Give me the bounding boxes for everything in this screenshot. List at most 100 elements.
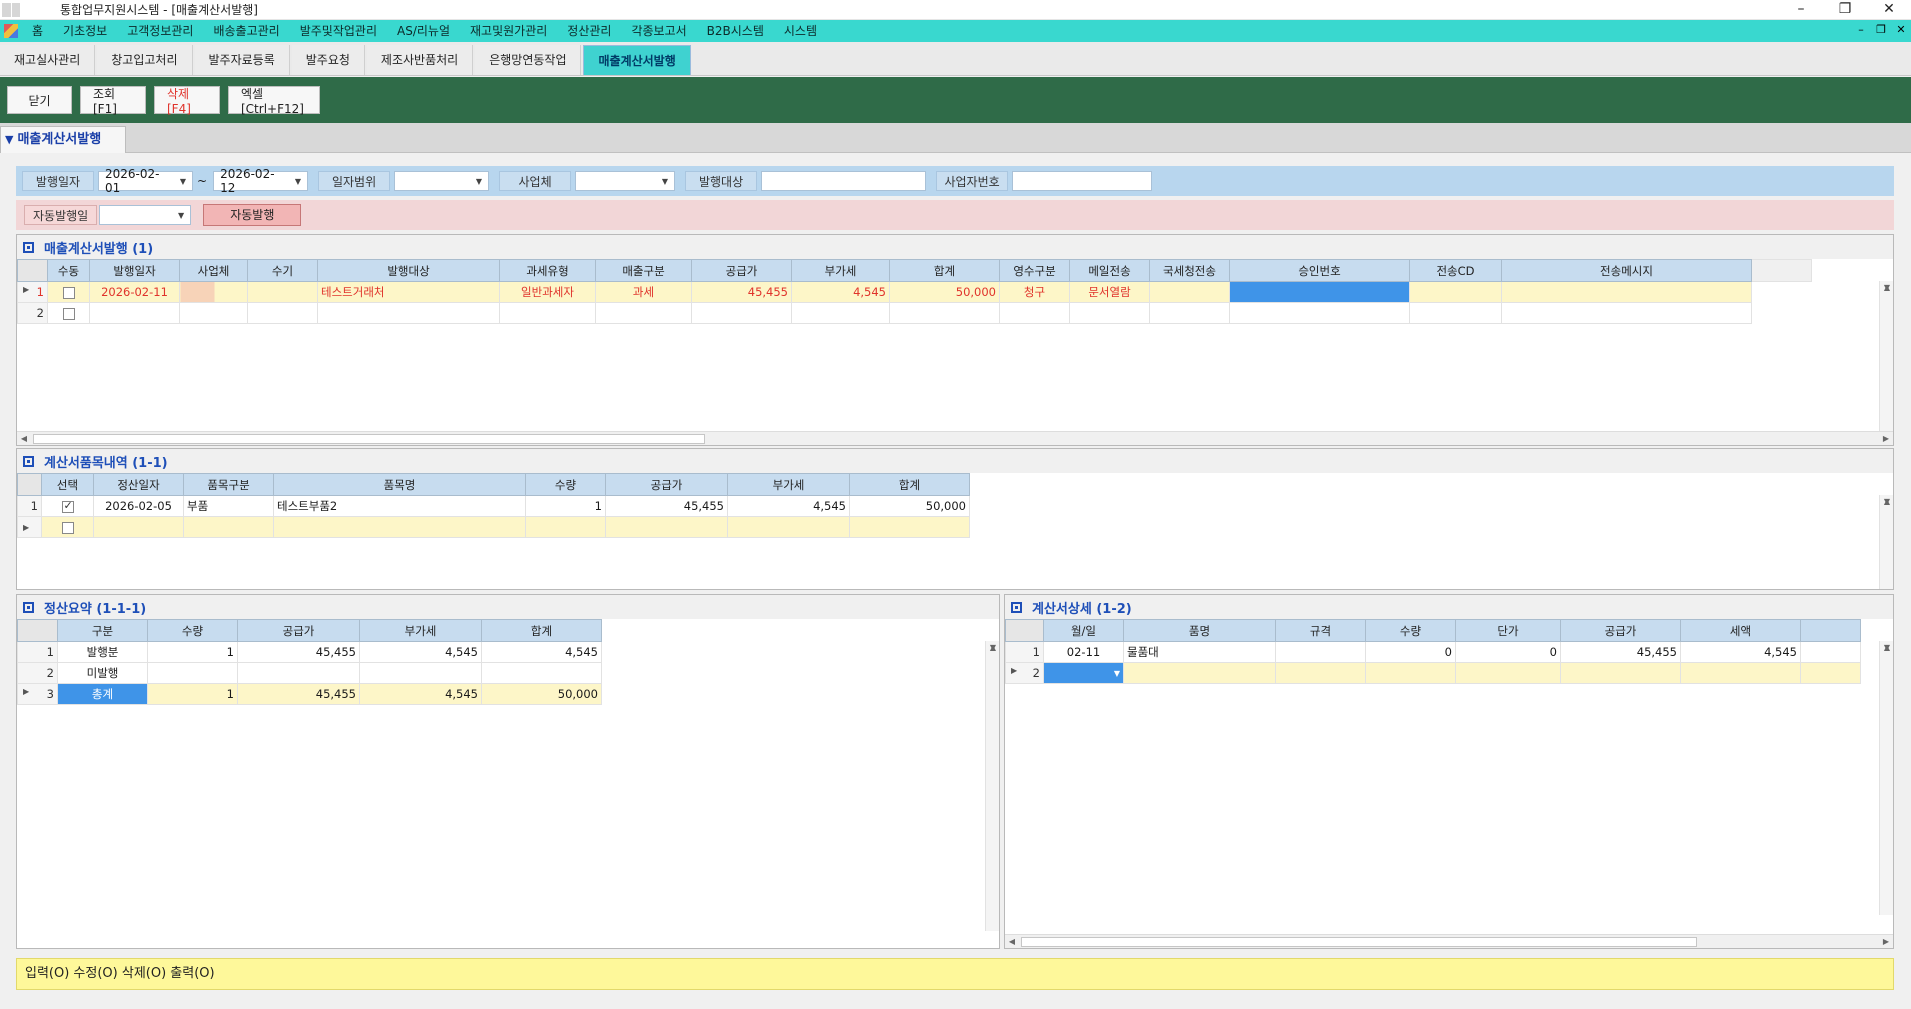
scroll-down-icon[interactable]: ▼ xyxy=(986,641,1000,655)
tab-bank-link[interactable]: 은행망연동작업 xyxy=(475,45,582,75)
cell-unit-price[interactable] xyxy=(1455,662,1561,684)
cell-vat[interactable] xyxy=(727,516,850,538)
menu-home[interactable]: 홈 xyxy=(22,20,53,42)
cell-total[interactable] xyxy=(889,302,1000,324)
table-row[interactable]: ▶ 1 2026-02-11 테스트거래처 일반과세자 과세 45,455 4,5… xyxy=(17,281,1812,303)
col-header-select[interactable]: 선택 xyxy=(41,473,94,496)
col-header-supply[interactable]: 공급가 xyxy=(237,619,360,642)
col-header-total[interactable]: 합계 xyxy=(849,473,970,496)
invoice-horizontal-scrollbar[interactable]: ◀ ▶ xyxy=(17,431,1893,445)
col-header-vat[interactable]: 부가세 xyxy=(791,259,890,282)
scroll-down-icon[interactable]: ▼ xyxy=(1880,495,1894,509)
col-header-manual[interactable]: 수동 xyxy=(47,259,90,282)
cell-total[interactable]: 50,000 xyxy=(481,683,602,705)
minimize-icon[interactable]: – xyxy=(1779,0,1823,20)
cell-vat[interactable] xyxy=(359,662,482,684)
cell-issue-date[interactable] xyxy=(89,302,180,324)
close-button[interactable]: 닫기 xyxy=(7,86,72,114)
col-header-target[interactable]: 발행대상 xyxy=(317,259,500,282)
cell-sales-type[interactable] xyxy=(595,302,692,324)
cell-qty[interactable] xyxy=(525,516,606,538)
cell-category[interactable] xyxy=(183,516,274,538)
cell-business[interactable] xyxy=(179,302,248,324)
table-row[interactable]: 2 미발행 xyxy=(17,662,602,684)
scroll-thumb[interactable] xyxy=(1021,937,1697,947)
cell-select[interactable] xyxy=(41,516,94,538)
close-icon[interactable]: ✕ xyxy=(1867,0,1911,20)
cell-product-name[interactable]: 물품대 xyxy=(1123,641,1276,663)
select-checkbox[interactable] xyxy=(61,521,74,534)
cell-tax-type[interactable]: 일반과세자 xyxy=(499,281,596,303)
col-header-issue-date[interactable]: 발행일자 xyxy=(89,259,180,282)
cell-supply[interactable]: 45,455 xyxy=(1560,641,1681,663)
col-header-approval-no[interactable]: 승인번호 xyxy=(1229,259,1410,282)
cell-vat[interactable]: 4,545 xyxy=(727,495,850,517)
col-header-supply[interactable]: 공급가 xyxy=(691,259,792,282)
detail-horizontal-scrollbar[interactable]: ◀ ▶ xyxy=(1005,934,1893,948)
cell-sales-type[interactable]: 과세 xyxy=(595,281,692,303)
scroll-right-icon[interactable]: ▶ xyxy=(1879,432,1893,446)
cell-total[interactable]: 50,000 xyxy=(849,495,970,517)
table-row[interactable]: 1 02-11 물품대 0 0 45,455 4,545 xyxy=(1005,641,1861,663)
col-header-receipt-type[interactable]: 영수구분 xyxy=(999,259,1070,282)
detail-vertical-scrollbar[interactable]: ▲ ▼ xyxy=(1879,641,1893,915)
cell-total[interactable]: 50,000 xyxy=(889,281,1000,303)
col-header-send-cd[interactable]: 전송CD xyxy=(1409,259,1502,282)
col-header-vat[interactable]: 부가세 xyxy=(727,473,850,496)
col-header-send-msg[interactable]: 전송메시지 xyxy=(1501,259,1752,282)
menu-settlement[interactable]: 정산관리 xyxy=(557,20,621,42)
table-row-new[interactable]: ▶ xyxy=(17,516,970,538)
mdi-restore-icon[interactable]: ❐ xyxy=(1871,20,1891,42)
menu-as-renewal[interactable]: AS/리뉴얼 xyxy=(387,20,460,42)
col-header-business[interactable]: 사업체 xyxy=(179,259,248,282)
cell-send-cd[interactable] xyxy=(1409,281,1502,303)
cell-qty[interactable]: 1 xyxy=(147,683,238,705)
cell-supply[interactable]: 45,455 xyxy=(237,641,360,663)
tab-inventory-audit[interactable]: 재고실사관리 xyxy=(0,45,96,75)
cell-send-msg[interactable] xyxy=(1501,302,1752,324)
date-range-select[interactable]: ▼ xyxy=(394,171,490,191)
scroll-down-icon[interactable]: ▼ xyxy=(1880,641,1894,655)
date-from-picker[interactable]: 2026-02-01 ▼ xyxy=(98,167,193,195)
cell-type-selected[interactable]: 총계 xyxy=(57,683,148,705)
cell-vat[interactable]: 4,545 xyxy=(359,641,482,663)
col-header-tax-type[interactable]: 과세유형 xyxy=(499,259,596,282)
col-header-handwritten[interactable]: 수기 xyxy=(247,259,318,282)
cell-type[interactable]: 미발행 xyxy=(57,662,148,684)
cell-tax[interactable]: 4,545 xyxy=(1680,641,1801,663)
cell-send-cd[interactable] xyxy=(1409,302,1502,324)
menu-basic-info[interactable]: 기초정보 xyxy=(53,20,117,42)
cell-product-name[interactable] xyxy=(1123,662,1276,684)
cell-supply[interactable] xyxy=(1560,662,1681,684)
invoice-vertical-scrollbar[interactable]: ▲ ▼ xyxy=(1879,281,1893,431)
mdi-close-icon[interactable]: ✕ xyxy=(1891,20,1911,42)
cell-vat[interactable] xyxy=(791,302,890,324)
col-header-total[interactable]: 합계 xyxy=(481,619,602,642)
col-header-tax[interactable]: 세액 xyxy=(1680,619,1801,642)
cell-total[interactable] xyxy=(481,662,602,684)
cell-qty[interactable]: 1 xyxy=(147,641,238,663)
tab-sales-invoice[interactable]: 매출계산서발행 xyxy=(583,45,691,75)
cell-supply[interactable]: 45,455 xyxy=(691,281,792,303)
cell-mail[interactable] xyxy=(1069,302,1150,324)
cell-supply[interactable] xyxy=(237,662,360,684)
menu-reports[interactable]: 각종보고서 xyxy=(621,20,696,42)
cell-qty[interactable]: 0 xyxy=(1365,641,1456,663)
menu-order-work[interactable]: 발주및작업관리 xyxy=(290,20,387,42)
date-to-picker[interactable]: 2026-02-12 ▼ xyxy=(213,167,309,195)
cell-business[interactable] xyxy=(179,281,248,303)
cell-item-name[interactable]: 테스트부품2 xyxy=(273,495,526,517)
biz-no-input[interactable] xyxy=(1012,171,1153,191)
cell-handwritten[interactable] xyxy=(247,302,318,324)
cell-receipt-type[interactable] xyxy=(999,302,1070,324)
summary-vertical-scrollbar[interactable]: ▲ ▼ xyxy=(985,641,999,931)
cell-vat[interactable]: 4,545 xyxy=(359,683,482,705)
col-header-settle-date[interactable]: 정산일자 xyxy=(93,473,184,496)
col-header-qty[interactable]: 수량 xyxy=(525,473,606,496)
items-vertical-scrollbar[interactable]: ▲ ▼ xyxy=(1879,495,1893,589)
cell-supply[interactable]: 45,455 xyxy=(237,683,360,705)
delete-button[interactable]: 삭제[F4] xyxy=(154,86,220,116)
cell-send-msg[interactable] xyxy=(1501,281,1752,303)
select-checkbox[interactable] xyxy=(61,499,74,513)
cell-spec[interactable] xyxy=(1275,641,1366,663)
